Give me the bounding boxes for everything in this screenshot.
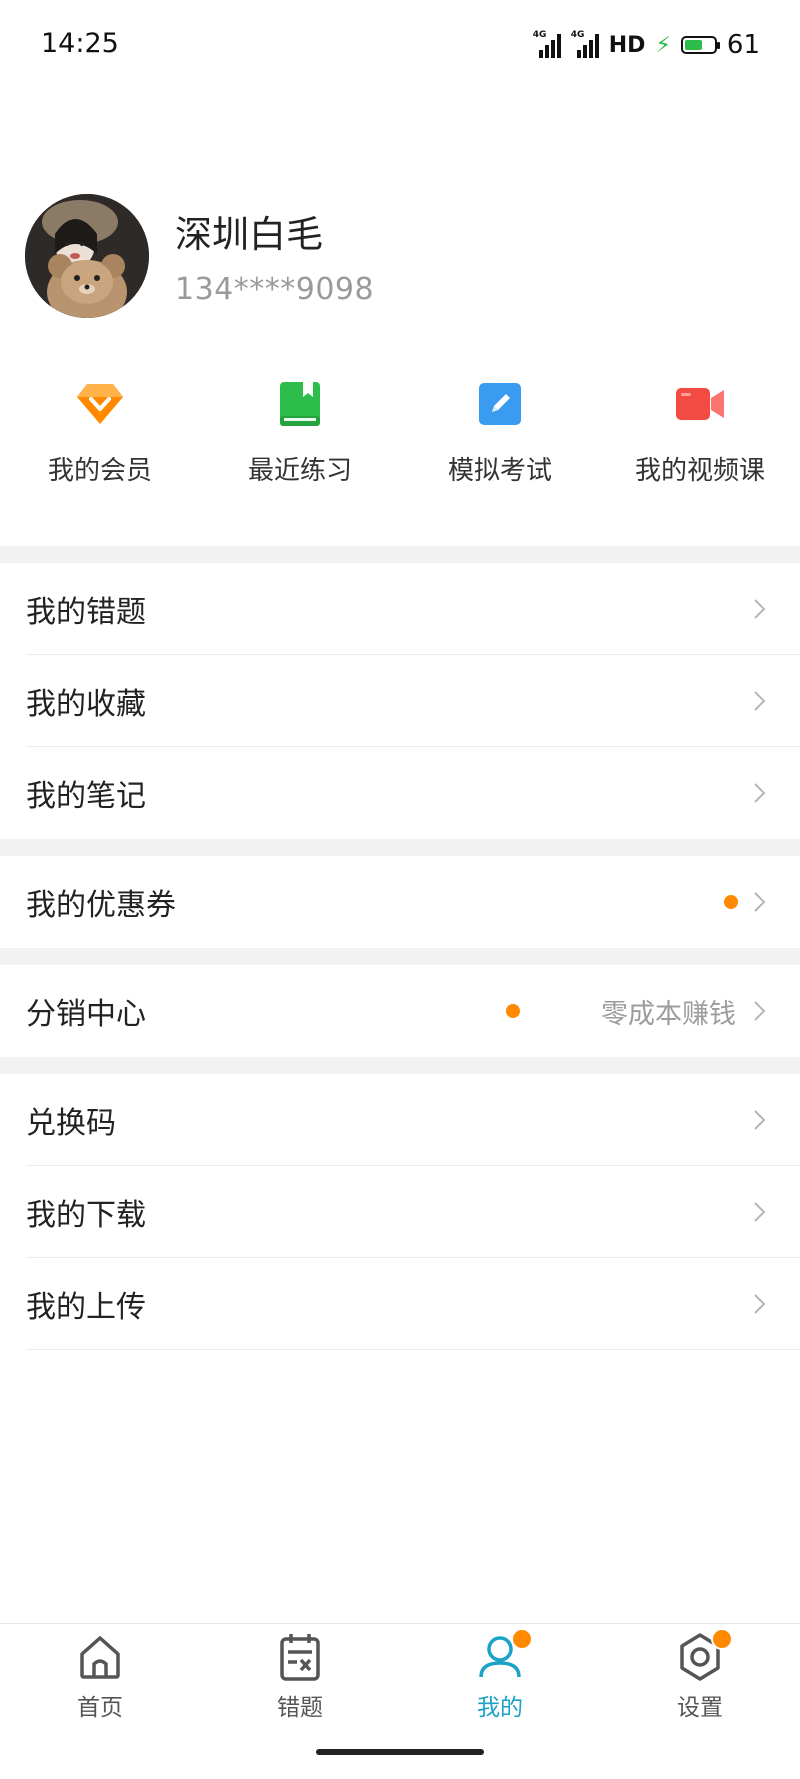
notification-badge [711, 1628, 733, 1650]
quick-action-label: 最近练习 [247, 456, 352, 486]
home-indicator[interactable] [316, 1749, 484, 1755]
diamond-icon [74, 378, 126, 430]
menu-item-label: 兑换码 [26, 1106, 116, 1141]
quick-action-mock-exam[interactable]: 模拟考试 [400, 378, 600, 498]
status-time: 14:25 [41, 28, 119, 59]
profile-header[interactable]: 深圳白毛 134****9098 [0, 190, 800, 330]
quick-action-label: 模拟考试 [447, 456, 552, 486]
signal-icon-2: 4G [571, 30, 599, 58]
menu-item-label: 我的优惠券 [26, 888, 176, 923]
quick-action-video-courses[interactable]: 我的视频课 [600, 378, 800, 498]
tab-mine[interactable]: 我的 [400, 1624, 600, 1734]
gear-icon [673, 1628, 733, 1684]
menu-item-coupons[interactable]: 我的优惠券 [0, 856, 800, 948]
battery-icon [680, 36, 720, 54]
user-phone: 134****9098 [175, 272, 375, 307]
home-icon [73, 1630, 127, 1684]
tab-wrong-questions[interactable]: 错题 [200, 1624, 400, 1734]
quick-action-label: 我的会员 [47, 456, 152, 486]
chevron-right-icon [754, 1294, 766, 1314]
quick-action-recent-practice[interactable]: 最近练习 [200, 378, 400, 498]
menu-item-notes[interactable]: 我的笔记 [0, 747, 800, 839]
menu-item-favorites[interactable]: 我的收藏 [0, 655, 800, 747]
pencil-icon [474, 378, 526, 430]
notification-badge [511, 1628, 533, 1650]
quick-action-membership[interactable]: 我的会员 [0, 378, 200, 498]
status-bar: 14:25 4G 4G HD ⚡ 61 [0, 0, 800, 92]
menu-group-coupons: 我的优惠券 [0, 856, 800, 948]
chevron-right-icon [754, 1202, 766, 1222]
chevron-right-icon [754, 783, 766, 803]
menu-item-label: 分销中心 [26, 997, 146, 1032]
chevron-right-icon [754, 892, 766, 912]
tab-settings[interactable]: 设置 [600, 1624, 800, 1734]
user-icon [473, 1628, 533, 1684]
video-camera-icon [674, 378, 726, 430]
status-icons: 4G 4G HD ⚡ 61 [533, 30, 760, 60]
chevron-right-icon [754, 1110, 766, 1130]
menu-item-uploads[interactable]: 我的上传 [0, 1258, 800, 1350]
menu-group-other: 兑换码 我的下载 我的上传 [0, 1074, 800, 1350]
charging-icon: ⚡ [655, 32, 671, 58]
tab-home[interactable]: 首页 [0, 1624, 200, 1734]
signal-icon: 4G [533, 30, 561, 58]
tab-label: 设置 [677, 1695, 723, 1721]
menu-item-wrong-questions[interactable]: 我的错题 [0, 563, 800, 655]
bottom-tab-bar: 首页 错题 我的 设置 [0, 1623, 800, 1779]
chevron-right-icon [754, 599, 766, 619]
menu-item-label: 我的错题 [26, 595, 146, 630]
menu-item-distribution-center[interactable]: 分销中心 零成本赚钱 [0, 965, 800, 1057]
menu-item-label: 我的上传 [26, 1290, 146, 1325]
menu-item-label: 我的下载 [26, 1198, 146, 1233]
tab-label: 首页 [77, 1695, 123, 1721]
user-name: 深圳白毛 [175, 213, 323, 256]
menu-item-label: 我的收藏 [26, 687, 146, 722]
tab-label: 错题 [277, 1695, 323, 1721]
notification-dot [506, 1004, 520, 1018]
wrong-questions-icon [273, 1630, 327, 1684]
section-divider [0, 839, 800, 856]
book-icon [274, 378, 326, 430]
distribution-promo-text: 零成本赚钱 [601, 998, 736, 1030]
tab-label: 我的 [477, 1695, 523, 1721]
section-divider [0, 1057, 800, 1074]
quick-action-label: 我的视频课 [634, 456, 765, 486]
menu-group-distribution: 分销中心 零成本赚钱 [0, 965, 800, 1057]
chevron-right-icon [754, 691, 766, 711]
battery-level: 61 [726, 30, 760, 60]
quick-actions: 我的会员 最近练习 模拟考试 我的视频课 [0, 378, 800, 498]
menu-item-redeem-code[interactable]: 兑换码 [0, 1074, 800, 1166]
menu-item-label: 我的笔记 [26, 779, 146, 814]
chevron-right-icon [754, 1001, 766, 1021]
section-divider [0, 546, 800, 563]
section-divider [0, 948, 800, 965]
hd-icon: HD [608, 32, 646, 58]
menu-item-downloads[interactable]: 我的下载 [0, 1166, 800, 1258]
avatar[interactable] [25, 194, 149, 318]
menu-group-study: 我的错题 我的收藏 我的笔记 [0, 563, 800, 839]
notification-dot [724, 895, 738, 909]
